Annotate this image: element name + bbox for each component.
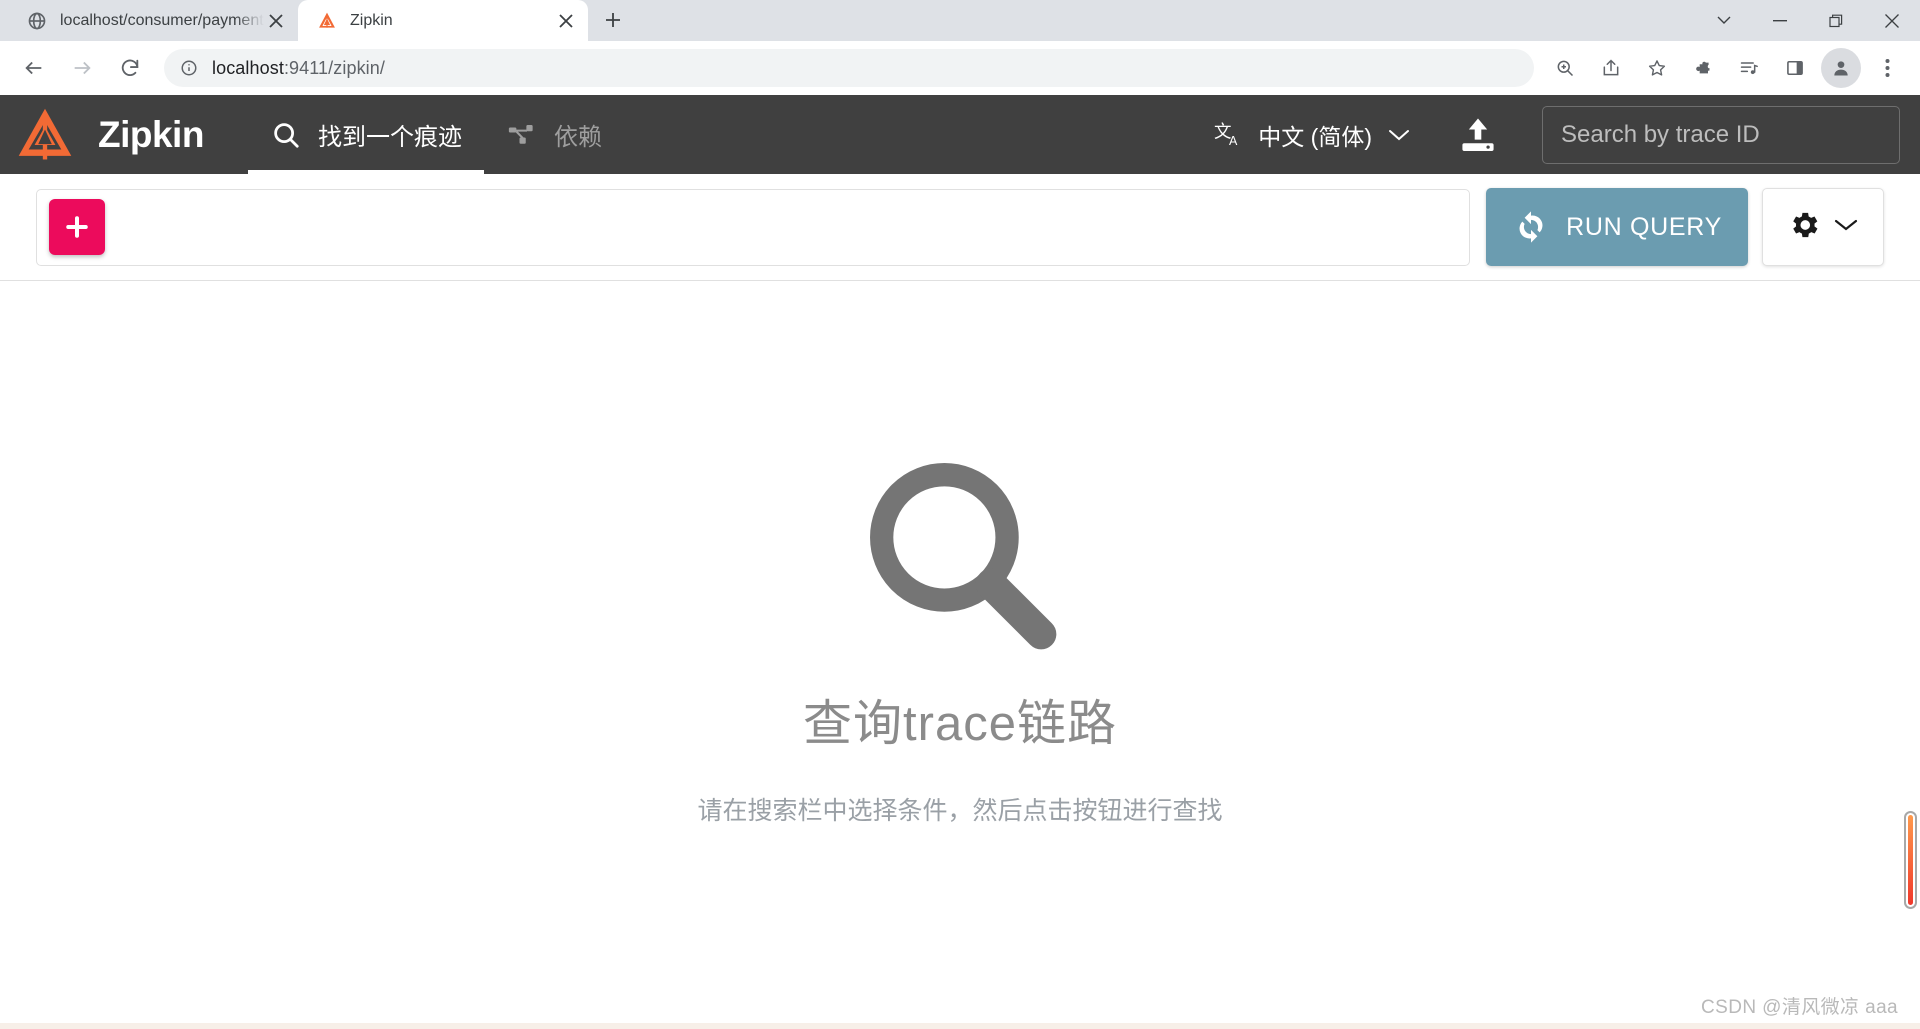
zipkin-icon	[316, 10, 338, 32]
browser-window: localhost/consumer/payment/ Zipkin local…	[0, 0, 1920, 1029]
browser-toolbar: localhost:9411/zipkin/	[0, 41, 1920, 95]
language-selector[interactable]: 文 A 中文 (简体)	[1206, 118, 1416, 152]
query-settings-button[interactable]	[1762, 188, 1884, 266]
zipkin-header: Zipkin 找到一个痕迹 依赖 文 A 中文 (简体) Search by t…	[0, 95, 1920, 174]
gear-icon	[1787, 208, 1821, 247]
page-scrollbar-thumb[interactable]	[1908, 815, 1913, 905]
chevron-down-icon	[1833, 217, 1859, 238]
browser-tab-2[interactable]: Zipkin	[298, 0, 588, 41]
zoom-in-icon[interactable]	[1545, 48, 1585, 88]
magnifier-icon	[853, 446, 1068, 666]
empty-state-title: 查询trace链路	[803, 697, 1117, 751]
side-panel-icon[interactable]	[1775, 48, 1815, 88]
new-tab-button[interactable]	[596, 3, 630, 37]
nav-item-find-trace-label: 找到一个痕迹	[317, 124, 462, 151]
empty-state-subtitle: 请在搜索栏中选择条件，然后点击按钮进行查找	[697, 797, 1223, 825]
nav-item-dependencies-label: 依赖	[553, 124, 602, 151]
site-info-icon[interactable]	[178, 57, 200, 79]
app-title: Zipkin	[98, 113, 204, 155]
window-controls	[1696, 0, 1920, 41]
address-bar-url: localhost:9411/zipkin/	[212, 58, 385, 79]
nav-item-dependencies[interactable]: 依赖	[484, 95, 624, 174]
restore-button[interactable]	[1808, 0, 1864, 41]
profile-avatar-icon[interactable]	[1821, 48, 1861, 88]
url-path: :9411/zipkin/	[283, 57, 385, 78]
watermark: CSDN @清风微凉 aaa	[1701, 997, 1898, 1018]
zipkin-app: Zipkin 找到一个痕迹 依赖 文 A 中文 (简体) Search by t…	[0, 95, 1920, 1029]
toolbar-icon-group	[1542, 48, 1910, 88]
upload-icon[interactable]	[1450, 107, 1506, 163]
share-icon[interactable]	[1591, 48, 1631, 88]
globe-icon	[26, 10, 48, 32]
back-arrow-icon[interactable]	[14, 48, 54, 88]
bookmark-star-icon[interactable]	[1637, 48, 1677, 88]
browser-tab-1[interactable]: localhost/consumer/payment/	[8, 0, 298, 41]
refresh-icon	[1512, 208, 1550, 246]
search-criteria-box[interactable]	[36, 188, 1471, 266]
chevron-down-icon	[1388, 128, 1410, 142]
close-button[interactable]	[1864, 0, 1920, 41]
bottom-strip	[0, 1023, 1920, 1029]
forward-arrow-icon[interactable]	[62, 48, 102, 88]
query-bar: RUN QUERY	[0, 174, 1920, 281]
url-host: localhost	[212, 57, 284, 78]
dependency-graph-icon	[506, 119, 538, 151]
minimize-button[interactable]	[1752, 0, 1808, 41]
svg-text:A: A	[1229, 134, 1238, 148]
trace-id-search-input[interactable]: Search by trace ID	[1542, 105, 1900, 164]
zipkin-nav: 找到一个痕迹 依赖	[247, 95, 624, 174]
language-label: 中文 (简体)	[1258, 123, 1372, 150]
search-icon	[270, 119, 302, 151]
empty-state: 查询trace链路 请在搜索栏中选择条件，然后点击按钮进行查找	[0, 281, 1920, 1029]
zipkin-logo-icon[interactable]	[14, 104, 76, 166]
close-icon[interactable]	[554, 9, 578, 33]
extensions-puzzle-icon[interactable]	[1683, 48, 1723, 88]
trace-id-search-placeholder: Search by trace ID	[1561, 120, 1760, 148]
run-query-button[interactable]: RUN QUERY	[1486, 188, 1748, 266]
run-query-label: RUN QUERY	[1566, 212, 1722, 241]
add-criterion-button[interactable]	[49, 199, 105, 255]
zipkin-header-right: 文 A 中文 (简体) Search by trace ID	[1206, 95, 1900, 174]
reading-list-icon[interactable]	[1729, 48, 1769, 88]
address-bar[interactable]: localhost:9411/zipkin/	[164, 49, 1534, 87]
browser-tab-1-title: localhost/consumer/payment/	[60, 11, 264, 29]
tab-search-chevron-icon[interactable]	[1696, 0, 1752, 41]
reload-icon[interactable]	[110, 48, 150, 88]
page-scrollbar[interactable]	[1904, 811, 1917, 909]
translate-icon: 文 A	[1212, 118, 1246, 152]
nav-item-find-trace[interactable]: 找到一个痕迹	[247, 95, 484, 174]
chrome-menu-icon[interactable]	[1867, 48, 1907, 88]
close-icon[interactable]	[264, 9, 288, 33]
tab-strip: localhost/consumer/payment/ Zipkin	[0, 0, 1920, 41]
browser-tab-2-title: Zipkin	[350, 11, 393, 29]
